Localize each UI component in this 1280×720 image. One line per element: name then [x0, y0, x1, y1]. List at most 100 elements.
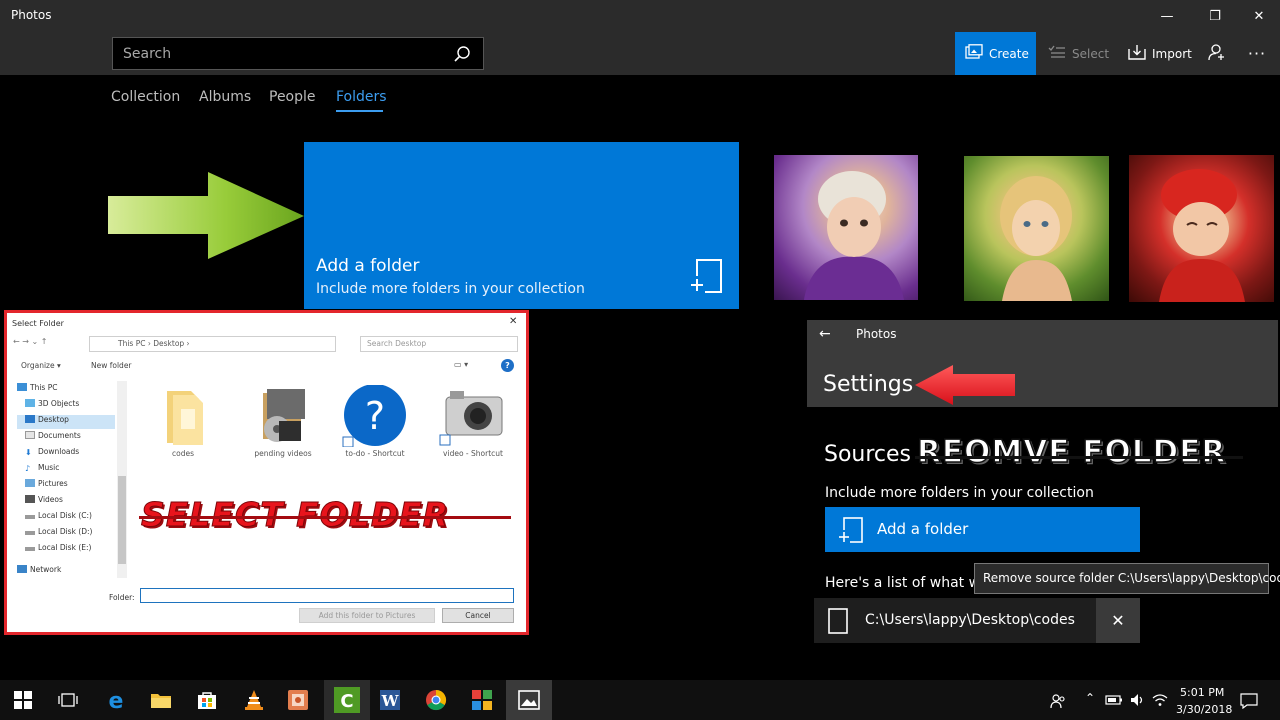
tab-people[interactable]: People: [269, 89, 316, 105]
battery-icon[interactable]: [1105, 693, 1123, 710]
desktop-icon: [25, 415, 35, 423]
tree-item-local-disk-d[interactable]: Local Disk (D:): [17, 527, 115, 541]
photo-thumbnail[interactable]: [964, 156, 1109, 301]
tree-item-music[interactable]: ♪ Music: [17, 463, 115, 477]
drive-icon: [25, 547, 35, 551]
photos-button[interactable]: [506, 680, 552, 720]
person-add-icon: [1208, 43, 1226, 64]
tree-item-local-disk-e[interactable]: Local Disk (E:): [17, 543, 115, 557]
dialog-address-bar[interactable]: This PC › Desktop ›: [89, 336, 336, 352]
file-item-video-shortcut[interactable]: video - Shortcut: [435, 385, 511, 461]
select-icon: [1048, 45, 1066, 62]
file-item-todo-shortcut[interactable]: ? to-do - Shortcut: [337, 384, 413, 461]
folder-icon: [828, 608, 848, 638]
sources-subtitle: Include more folders in your collection: [825, 485, 1094, 501]
task-view-button[interactable]: [45, 680, 91, 720]
file-item-codes[interactable]: codes: [145, 385, 221, 461]
tree-item-local-disk-c[interactable]: Local Disk (C:): [17, 511, 115, 525]
tree-item-downloads[interactable]: ⬇ Downloads: [17, 447, 115, 461]
media-app-icon: [288, 690, 308, 710]
photo-thumbnail[interactable]: [774, 155, 918, 300]
create-icon: [965, 44, 983, 63]
folder-icon: [167, 391, 203, 445]
folder-input[interactable]: [140, 588, 514, 603]
view-options-button[interactable]: ▭ ▾: [454, 360, 468, 369]
file-item-pending-videos[interactable]: pending videos: [245, 385, 321, 461]
volume-icon[interactable]: [1130, 693, 1146, 710]
search-input[interactable]: [123, 44, 423, 64]
photo-thumbnail[interactable]: [1129, 155, 1274, 302]
settings-header: ← Photos Settings: [807, 320, 1278, 407]
search-box[interactable]: [112, 37, 484, 70]
people-tray-icon[interactable]: [1050, 693, 1066, 712]
add-folder-button[interactable]: Add a folder: [825, 507, 1140, 552]
add-to-pictures-button[interactable]: Add this folder to Pictures: [299, 608, 435, 623]
folder-tree: This PC 3D Objects Desktop Documents ⬇ Do…: [17, 383, 115, 574]
scrollbar-thumb[interactable]: [118, 476, 126, 564]
tree-item-network[interactable]: Network: [17, 565, 115, 579]
tree-item-pictures[interactable]: Pictures: [17, 479, 115, 493]
wifi-icon[interactable]: [1152, 693, 1168, 710]
maximize-button[interactable]: ❐: [1192, 0, 1238, 32]
tab-folders[interactable]: Folders: [336, 89, 387, 105]
tree-item-3d-objects[interactable]: 3D Objects: [17, 399, 115, 413]
dialog-cancel-button[interactable]: Cancel: [442, 608, 514, 623]
help-icon[interactable]: ?: [501, 359, 514, 372]
add-folder-icon: [838, 517, 864, 547]
clock-date[interactable]: 3/30/2018: [1176, 703, 1232, 716]
tree-item-videos[interactable]: Videos: [17, 495, 115, 509]
tree-item-this-pc[interactable]: This PC: [17, 383, 115, 397]
tree-scrollbar[interactable]: [117, 381, 127, 578]
search-icon[interactable]: [453, 45, 471, 67]
dialog-nav-buttons[interactable]: ← → ⌄ ↑: [13, 337, 47, 346]
create-button[interactable]: Create: [955, 32, 1036, 75]
tray-chevron-icon[interactable]: ⌃: [1085, 691, 1095, 705]
add-folder-label: Add a folder: [877, 520, 969, 538]
back-icon[interactable]: ←: [819, 326, 831, 342]
remove-folder-button[interactable]: ✕: [1096, 598, 1140, 643]
source-folder-row: C:\Users\lappy\Desktop\codes ✕: [814, 598, 1140, 643]
start-button[interactable]: [0, 680, 46, 720]
task-view-icon: [58, 693, 78, 707]
source-folder-path: C:\Users\lappy\Desktop\codes: [865, 612, 1075, 628]
organize-button[interactable]: Organize ▾: [21, 361, 61, 370]
chrome-icon: [426, 689, 447, 711]
action-center-icon[interactable]: [1240, 693, 1258, 712]
selected-tab-indicator: [336, 110, 383, 112]
close-button[interactable]: ✕: [1236, 0, 1280, 32]
tree-item-desktop[interactable]: Desktop: [17, 415, 115, 429]
add-folder-tile[interactable]: Add a folder Include more folders in you…: [304, 142, 739, 309]
select-button[interactable]: Select: [1038, 32, 1114, 75]
downloads-icon: ⬇: [25, 448, 32, 457]
vlc-button[interactable]: [231, 680, 277, 720]
svg-text:?: ?: [365, 394, 385, 438]
camtasia-button[interactable]: C: [324, 680, 370, 720]
store-button[interactable]: [184, 680, 230, 720]
child-portrait-image: [804, 171, 904, 300]
media-app-button[interactable]: [275, 680, 321, 720]
drive-icon: [25, 515, 35, 519]
edge-button[interactable]: e: [93, 680, 139, 720]
title-bar: Photos — ❐ ✕: [0, 0, 1280, 32]
chrome-button[interactable]: [413, 680, 459, 720]
dialog-search-input[interactable]: Search Desktop: [360, 336, 518, 352]
dialog-close-button[interactable]: ✕: [509, 316, 517, 327]
folder-label: Folder:: [109, 593, 135, 602]
tree-item-documents[interactable]: Documents: [17, 431, 115, 445]
tab-albums[interactable]: Albums: [199, 89, 251, 105]
clock-time[interactable]: 5:01 PM: [1180, 686, 1224, 699]
more-options-button[interactable]: ···: [1238, 32, 1276, 75]
import-button[interactable]: Import: [1118, 32, 1198, 75]
vlc-icon: [245, 690, 263, 710]
videos-icon: [25, 495, 35, 503]
folder-list-heading: Here's a list of what we: [825, 575, 989, 591]
account-button[interactable]: [1200, 32, 1234, 75]
new-folder-button[interactable]: New folder: [91, 361, 132, 370]
file-explorer-button[interactable]: [138, 680, 184, 720]
tiles-app-button[interactable]: [459, 680, 505, 720]
word-button[interactable]: W: [367, 680, 413, 720]
tab-collection[interactable]: Collection: [111, 89, 180, 105]
child-portrait-image: [1159, 169, 1245, 302]
minimize-button[interactable]: —: [1144, 0, 1190, 32]
store-icon: [198, 692, 216, 709]
